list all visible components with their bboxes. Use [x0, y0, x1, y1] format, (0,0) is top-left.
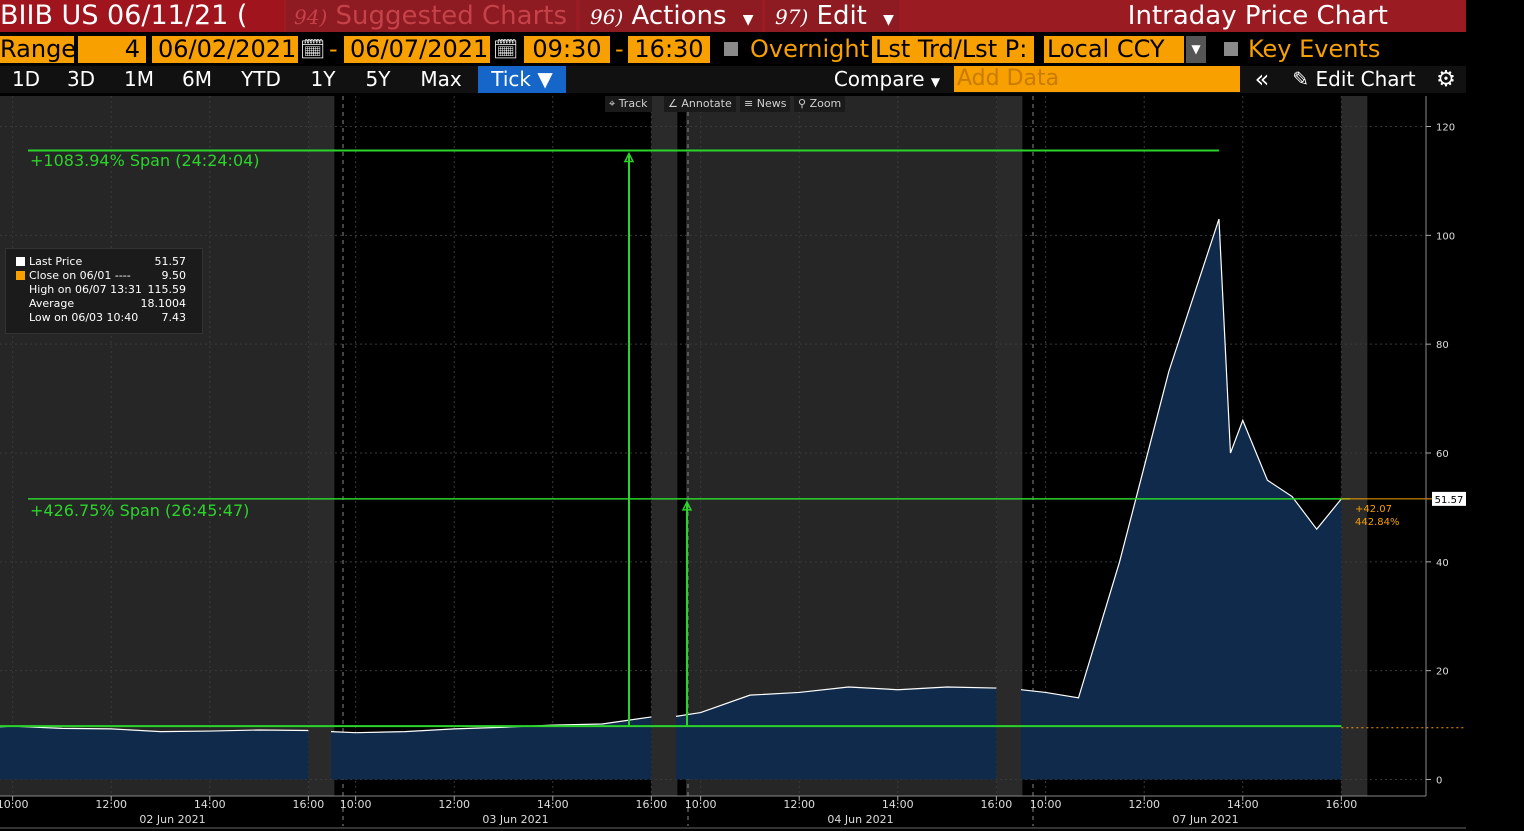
day-label: 03 Jun 2021 — [482, 813, 548, 826]
legend-label: Low on 06/03 10:40 — [29, 311, 139, 324]
x-tick-label: 14:00 — [882, 798, 914, 811]
x-tick-label: 10:00 — [340, 798, 372, 811]
x-tick-label: 14:00 — [1227, 798, 1259, 811]
chart-legend[interactable]: Last Price 51.57 Close on 06/01 ---- 9.50 … — [5, 248, 203, 334]
change-abs-label: +42.07 — [1355, 504, 1392, 515]
legend-value: 18.1004 — [140, 297, 187, 310]
x-tick-label: 10:00 — [1030, 798, 1062, 811]
legend-label: Average — [29, 297, 75, 310]
legend-value: 9.50 — [161, 269, 187, 282]
day-label: 04 Jun 2021 — [827, 813, 893, 826]
legend-last-price: Last Price 51.57 — [16, 255, 196, 269]
x-tick-label: 16:00 — [636, 798, 668, 811]
legend-label: Last Price — [29, 255, 83, 268]
legend-close: Close on 06/01 ---- 9.50 — [16, 269, 196, 283]
legend-average: Average 18.1004 — [16, 297, 196, 311]
x-tick-label: 14:00 — [194, 798, 226, 811]
x-tick-label: 16:00 — [293, 798, 325, 811]
annotate-tool[interactable]: ∠ Annotate — [664, 96, 736, 112]
low-marker-icon — [16, 313, 25, 322]
change-pct-label: 442.84% — [1355, 517, 1400, 528]
day-label: 02 Jun 2021 — [139, 813, 205, 826]
x-tick-label: 12:00 — [783, 798, 815, 811]
average-marker-icon — [16, 299, 25, 308]
y-tick-label: 0 — [1436, 776, 1442, 787]
session-shading — [0, 96, 309, 796]
zoom-tool-label: Zoom — [809, 97, 842, 110]
span-2-label: +426.75% Span (26:45:47) — [30, 501, 249, 520]
x-tick-label: 10:00 — [685, 798, 717, 811]
x-tick-label: 12:00 — [438, 798, 470, 811]
x-tick-label: 16:00 — [981, 798, 1013, 811]
intraday-price-chart[interactable]: 0 20 40 60 80 100 120 10:00 12:00 14:00 16:00 02 Ju… — [0, 0, 1524, 831]
high-marker-icon — [16, 285, 25, 294]
after-hours-shading — [308, 96, 335, 796]
legend-label: High on 06/07 13:31 — [29, 283, 142, 296]
legend-low: Low on 06/03 10:40 7.43 — [16, 311, 196, 325]
x-tick-label: 12:00 — [95, 798, 127, 811]
zoom-tool[interactable]: ⚲ Zoom — [794, 96, 846, 112]
legend-swatch — [16, 271, 25, 280]
y-tick-label: 20 — [1436, 667, 1449, 678]
y-tick-label: 100 — [1436, 231, 1455, 242]
legend-label: Close on 06/01 ---- — [29, 269, 131, 282]
news-icon: ≡ — [744, 97, 754, 110]
x-tick-label: 14:00 — [537, 798, 569, 811]
legend-high: High on 06/07 13:31 115.59 — [16, 283, 196, 297]
day-label: 07 Jun 2021 — [1172, 813, 1238, 826]
y-tick-label: 60 — [1436, 449, 1449, 460]
y-tick-label: 40 — [1436, 558, 1449, 569]
track-tool[interactable]: ⌖ Track — [605, 96, 652, 112]
crosshair-icon: ⌖ — [609, 97, 616, 110]
y-tick-label: 120 — [1436, 123, 1455, 134]
legend-value: 7.43 — [161, 311, 187, 324]
last-price-tag-label: 51.57 — [1435, 495, 1464, 506]
pencil-icon: ∠ — [668, 97, 678, 110]
after-hours-shading — [996, 96, 1023, 796]
y-tick-label: 80 — [1436, 340, 1449, 351]
x-tick-label: 10:00 — [0, 798, 28, 811]
magnifier-icon: ⚲ — [798, 97, 807, 110]
legend-value: 51.57 — [154, 255, 187, 268]
legend-swatch — [16, 257, 25, 266]
price-area — [0, 726, 309, 780]
x-tick-label: 16:00 — [1326, 798, 1358, 811]
after-hours-shading — [651, 96, 678, 796]
span-1-label: +1083.94% Span (24:24:04) — [30, 151, 260, 170]
news-tool-label: News — [756, 97, 787, 110]
legend-value: 115.59 — [147, 283, 187, 296]
x-tick-label: 12:00 — [1128, 798, 1160, 811]
track-tool-label: Track — [618, 97, 648, 110]
news-tool[interactable]: ≡ News — [740, 96, 791, 112]
after-hours-shading — [1341, 96, 1368, 796]
annotate-tool-label: Annotate — [681, 97, 732, 110]
